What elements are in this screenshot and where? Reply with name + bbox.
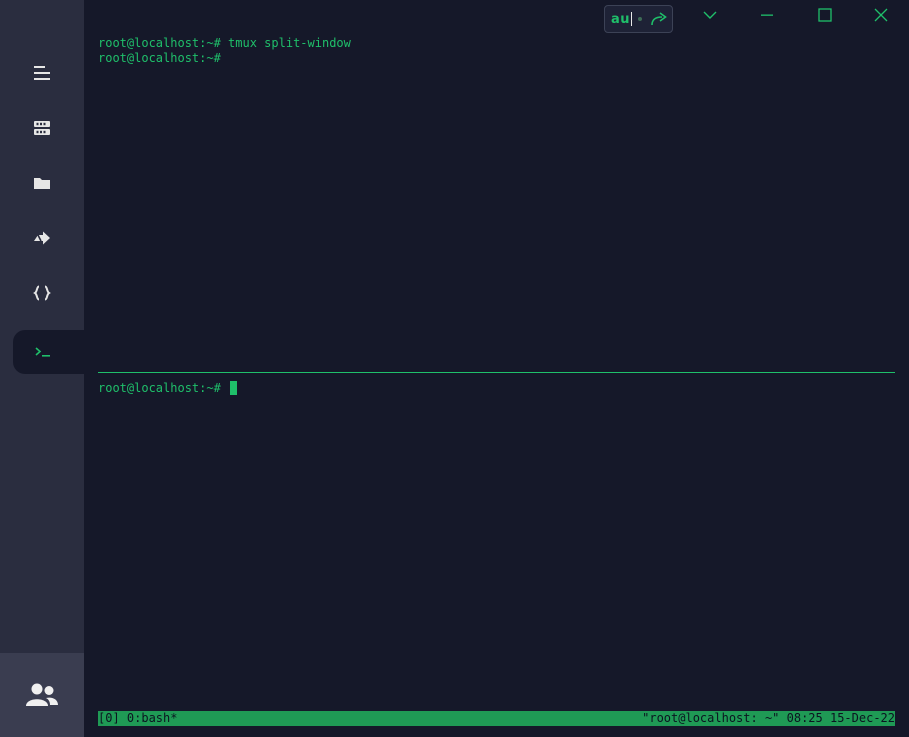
maximize-button[interactable] xyxy=(814,4,836,26)
close-button[interactable] xyxy=(870,4,892,26)
maximize-icon xyxy=(818,8,832,22)
minimize-icon xyxy=(761,14,773,16)
sidebar-item-menu[interactable] xyxy=(0,51,84,95)
terminal-icon xyxy=(35,347,50,357)
terminal-line: root@localhost:~# xyxy=(98,51,221,65)
sidebar-item-hosts[interactable] xyxy=(0,106,84,150)
status-dot xyxy=(638,17,643,21)
server-icon xyxy=(34,121,50,135)
sidebar xyxy=(0,0,84,737)
search-input-value: au xyxy=(611,11,631,27)
menu-icon xyxy=(34,66,50,80)
chevron-down-icon xyxy=(703,11,717,19)
folder-icon xyxy=(34,178,50,189)
port-forward-icon xyxy=(34,231,50,245)
text-caret xyxy=(631,12,633,26)
close-icon xyxy=(874,8,888,22)
tmux-window-list[interactable]: [0] 0:bash* xyxy=(98,711,177,726)
share-icon[interactable] xyxy=(650,12,668,26)
sidebar-item-snippets[interactable] xyxy=(0,271,84,315)
terminal-line: root@localhost:~# tmux split-window xyxy=(98,36,351,50)
terminal-prompt: root@localhost:~# xyxy=(98,381,229,395)
sidebar-item-files[interactable] xyxy=(0,161,84,205)
code-braces-icon xyxy=(33,285,51,301)
sidebar-item-terminal[interactable] xyxy=(13,330,84,374)
search-input[interactable]: au xyxy=(604,5,673,33)
sidebar-item-users[interactable] xyxy=(0,653,84,737)
terminal-cursor xyxy=(230,381,238,395)
sidebar-item-port-forwarding[interactable] xyxy=(0,216,84,260)
users-icon xyxy=(26,683,58,706)
tmux-status-bar: [0] 0:bash* "root@localhost: ~" 08:25 15… xyxy=(98,711,895,726)
terminal-prompt-line[interactable]: root@localhost:~# xyxy=(98,381,238,396)
dropdown-button[interactable] xyxy=(699,4,721,26)
pane-divider[interactable] xyxy=(98,372,895,373)
tmux-status-right: "root@localhost: ~" 08:25 15-Dec-22 xyxy=(642,711,895,725)
minimize-button[interactable] xyxy=(756,4,778,26)
